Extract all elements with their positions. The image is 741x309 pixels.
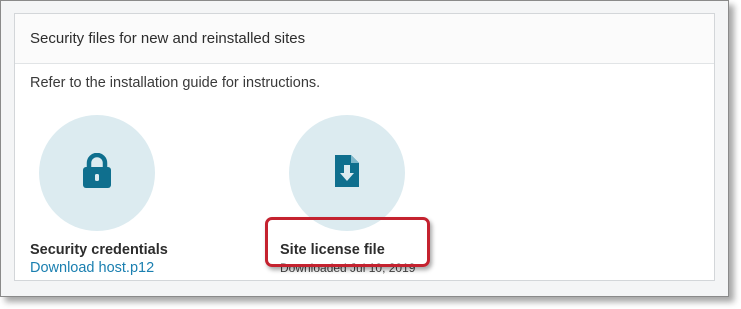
download-host-p12-link[interactable]: Download host.p12 (30, 260, 154, 276)
card-header: Security files for new and reinstalled s… (15, 14, 714, 64)
lock-icon-circle (39, 115, 155, 231)
card-title: Security files for new and reinstalled s… (30, 30, 306, 47)
file-download-icon-circle (289, 115, 405, 231)
lock-icon (80, 152, 114, 194)
instructions-text: Refer to the installation guide for inst… (30, 75, 321, 91)
file-download-icon (333, 153, 361, 194)
security-credentials-label: Security credentials (30, 242, 168, 258)
screenshot-frame: Security files for new and reinstalled s… (0, 0, 729, 297)
highlight-annotation-box (265, 217, 430, 267)
